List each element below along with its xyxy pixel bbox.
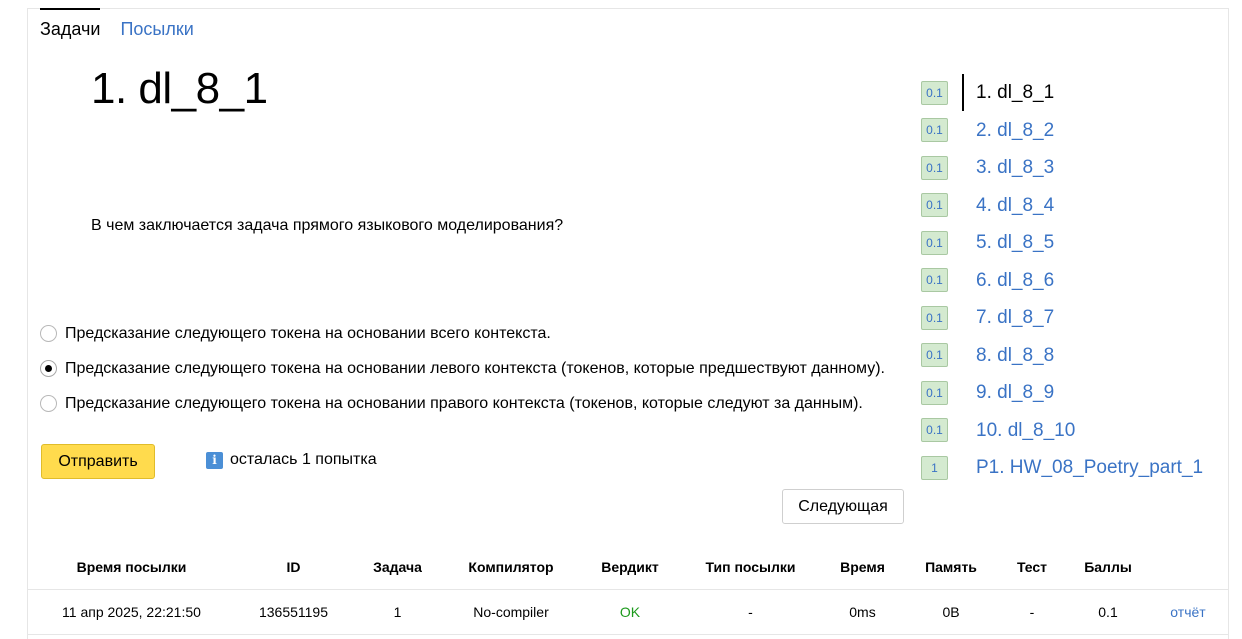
- problem-list-item[interactable]: 0.1 10. dl_8_10: [921, 412, 1203, 450]
- table-row: 11 апр 2025, 22:21:50 136551195 1 No-com…: [27, 590, 1229, 635]
- tab-tasks[interactable]: Задачи: [40, 8, 101, 44]
- radio-button-selected[interactable]: [40, 360, 57, 377]
- question-text: В чем заключается задача прямого языково…: [91, 217, 564, 234]
- problem-link[interactable]: 1. dl_8_1: [962, 74, 1054, 112]
- problem-link[interactable]: 2. dl_8_2: [962, 112, 1054, 149]
- score-badge: 0.1: [921, 418, 948, 443]
- report-link[interactable]: отчёт: [1148, 604, 1228, 620]
- attempts-text: осталась 1 попытка: [230, 451, 377, 468]
- submissions-table: Время посылки ID Задача Компилятор Верди…: [27, 545, 1229, 635]
- cell-submission-type: -: [748, 604, 753, 620]
- problem-list-item[interactable]: 0.1 8. dl_8_8: [921, 337, 1203, 375]
- score-badge: 0.1: [921, 155, 948, 180]
- column-header: Баллы: [1084, 559, 1132, 575]
- column-header: Вердикт: [601, 559, 659, 575]
- table-header: Время посылки ID Задача Компилятор Верди…: [27, 545, 1229, 590]
- problem-link[interactable]: 3. dl_8_3: [962, 149, 1054, 186]
- score-badge: 0.1: [921, 343, 948, 368]
- cell-memory: 0B: [942, 604, 960, 620]
- cell-score: 0.1: [1098, 604, 1118, 620]
- answer-option-label: Предсказание следующего токена на основа…: [65, 324, 551, 342]
- score-badge: 0.1: [921, 118, 948, 143]
- answer-option[interactable]: Предсказание следующего токена на основа…: [40, 316, 885, 351]
- score-badge: 0.1: [921, 268, 948, 293]
- problem-list-item[interactable]: 0.1 5. dl_8_5: [921, 224, 1203, 262]
- problem-link[interactable]: 4. dl_8_4: [962, 187, 1054, 224]
- column-header: ID: [286, 559, 301, 575]
- problem-link[interactable]: P1. HW_08_Poetry_part_1: [962, 449, 1203, 486]
- submit-button[interactable]: Отправить: [41, 444, 155, 479]
- answer-option-label: Предсказание следующего токена на основа…: [65, 359, 885, 377]
- column-header: Компилятор: [468, 559, 554, 575]
- cell-test: -: [1029, 604, 1035, 620]
- answer-option[interactable]: Предсказание следующего токена на основа…: [40, 351, 885, 386]
- problem-link[interactable]: 9. dl_8_9: [962, 374, 1054, 411]
- tab-bar: Задачи Посылки: [40, 8, 194, 44]
- score-badge: 1: [921, 455, 948, 480]
- problem-list-item[interactable]: 1 P1. HW_08_Poetry_part_1: [921, 449, 1203, 487]
- problem-link[interactable]: 10. dl_8_10: [962, 412, 1075, 449]
- problem-list-item[interactable]: 0.1 7. dl_8_7: [921, 299, 1203, 337]
- problem-list-item[interactable]: 0.1 9. dl_8_9: [921, 374, 1203, 412]
- column-header: Память: [925, 559, 977, 575]
- cell-time: 0ms: [849, 604, 876, 620]
- score-badge: 0.1: [921, 80, 948, 105]
- problem-link[interactable]: 8. dl_8_8: [962, 337, 1054, 374]
- column-header: Время: [840, 559, 885, 575]
- problem-list-item[interactable]: 0.1 1. dl_8_1: [921, 74, 1203, 112]
- tab-submissions[interactable]: Посылки: [120, 8, 193, 44]
- score-badge: 0.1: [921, 230, 948, 255]
- column-header: Тест: [1016, 559, 1048, 575]
- problem-link[interactable]: 7. dl_8_7: [962, 299, 1054, 336]
- problem-list: 0.1 1. dl_8_1 0.1 2. dl_8_2 0.1 3. dl_8_…: [921, 74, 1203, 487]
- score-badge: 0.1: [921, 380, 948, 405]
- column-header: Тип посылки: [705, 559, 796, 575]
- problem-list-item[interactable]: 0.1 2. dl_8_2: [921, 112, 1203, 150]
- cell-verdict: OK: [619, 604, 641, 620]
- cell-submit-time: 11 апр 2025, 22:21:50: [62, 604, 201, 620]
- cell-id: 136551195: [258, 604, 329, 620]
- info-icon: i: [206, 451, 223, 469]
- problem-title: 1. dl_8_1: [91, 64, 268, 113]
- cell-problem: 1: [393, 604, 402, 620]
- problem-list-item[interactable]: 0.1 6. dl_8_6: [921, 262, 1203, 300]
- answer-option[interactable]: Предсказание следующего токена на основа…: [40, 386, 885, 421]
- next-problem-button[interactable]: Следующая: [782, 489, 904, 524]
- problem-link[interactable]: 5. dl_8_5: [962, 224, 1054, 261]
- answer-options: Предсказание следующего токена на основа…: [40, 316, 885, 421]
- problem-list-item[interactable]: 0.1 4. dl_8_4: [921, 187, 1203, 225]
- radio-button[interactable]: [40, 395, 57, 412]
- column-header: Задача: [373, 559, 422, 575]
- score-badge: 0.1: [921, 193, 948, 218]
- problem-list-item[interactable]: 0.1 3. dl_8_3: [921, 149, 1203, 187]
- attempts-remaining: i осталась 1 попытка: [206, 451, 377, 469]
- problem-link[interactable]: 6. dl_8_6: [962, 262, 1054, 299]
- column-header: Время посылки: [76, 559, 187, 575]
- answer-option-label: Предсказание следующего токена на основа…: [65, 394, 863, 412]
- radio-button[interactable]: [40, 325, 57, 342]
- cell-compiler: No-compiler: [473, 604, 549, 620]
- score-badge: 0.1: [921, 305, 948, 330]
